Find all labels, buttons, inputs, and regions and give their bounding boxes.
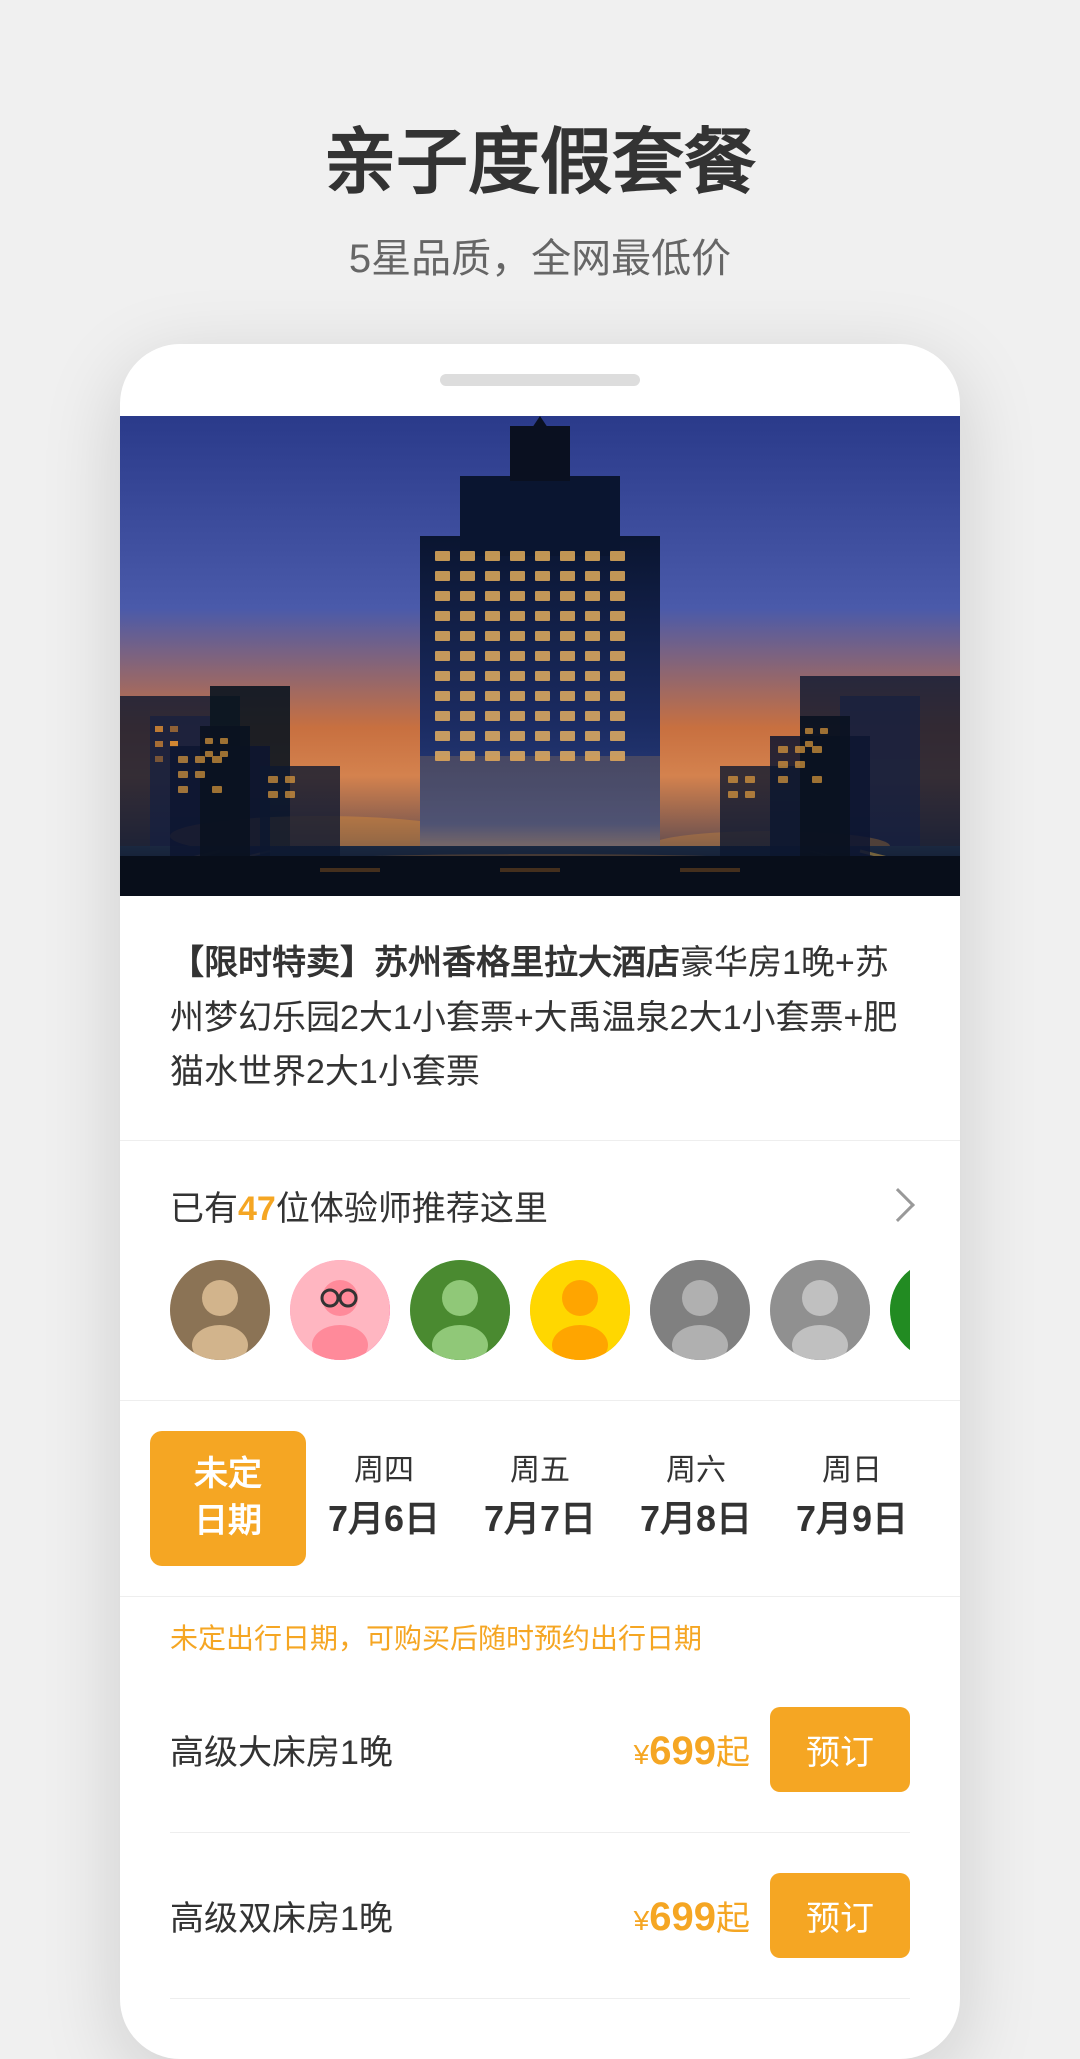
hotel-image — [120, 416, 960, 896]
room-list: 高级大床房1晚 ¥699起 预订 高级双床房1晚 ¥699起 预订 — [120, 1667, 960, 1999]
date-item-thu[interactable]: 周四 7月6日 — [306, 1431, 462, 1566]
hotel-name: 苏州香格里拉大酒店 — [374, 944, 680, 982]
page-subtitle: 5星品质，全网最低价 — [324, 226, 756, 284]
avatar — [530, 1260, 630, 1360]
page-title: 亲子度假套餐 — [324, 120, 756, 206]
reviewers-title: 已有47位体验师推荐这里 — [170, 1181, 548, 1230]
date-item-fri[interactable]: 周五 7月7日 — [462, 1431, 618, 1566]
avatar — [650, 1260, 750, 1360]
date-day-fri: 周五 — [472, 1451, 608, 1490]
price-currency-1: ¥ — [634, 1739, 650, 1770]
avatar — [770, 1260, 870, 1360]
date-num-thu: 7月6日 — [316, 1490, 452, 1542]
book-button-2[interactable]: 预订 — [770, 1873, 910, 1958]
description-text: 【限时特卖】苏州香格里拉大酒店豪华房1晚+苏州梦幻乐园2大1小套票+大禹温泉2大… — [170, 936, 910, 1099]
reviewers-count: 47 — [238, 1190, 276, 1228]
room-item-1: 高级大床房1晚 ¥699起 预订 — [170, 1667, 910, 1833]
room-item-2: 高级双床房1晚 ¥699起 预订 — [170, 1833, 910, 1999]
price-num-1: 699 — [649, 1729, 716, 1773]
date-section[interactable]: 未定日期 周四 7月6日 周五 7月7日 周六 7月8日 周日 7月9日 — [120, 1401, 960, 1597]
room-right-1: ¥699起 预订 — [634, 1707, 910, 1792]
room-price-1: ¥699起 — [634, 1725, 750, 1774]
chevron-right-icon — [881, 1188, 915, 1222]
room-price-2: ¥699起 — [634, 1891, 750, 1940]
date-num-sun: 7月9日 — [784, 1490, 920, 1542]
reviewers-section[interactable]: 已有47位体验师推荐这里 — [120, 1141, 960, 1401]
avatar — [170, 1260, 270, 1360]
date-day-sun: 周日 — [784, 1451, 920, 1490]
phone-notch — [440, 374, 640, 386]
date-undecided-label: 未定日期 — [160, 1451, 296, 1546]
hotel-tag: 【限时特卖】 — [170, 944, 374, 982]
page-header: 亲子度假套餐 5星品质，全网最低价 — [284, 0, 796, 344]
avatar — [890, 1260, 910, 1360]
phone-frame: 【限时特卖】苏州香格里拉大酒店豪华房1晚+苏州梦幻乐园2大1小套票+大禹温泉2大… — [120, 344, 960, 2058]
date-num-fri: 7月7日 — [472, 1490, 608, 1542]
room-name-2: 高级双床房1晚 — [170, 1891, 393, 1940]
avatar — [410, 1260, 510, 1360]
date-num-sat: 7月8日 — [628, 1490, 764, 1542]
date-item-sat[interactable]: 周六 7月8日 — [618, 1431, 774, 1566]
description-section: 【限时特卖】苏州香格里拉大酒店豪华房1晚+苏州梦幻乐园2大1小套票+大禹温泉2大… — [120, 896, 960, 1140]
book-button-1[interactable]: 预订 — [770, 1707, 910, 1792]
room-name-1: 高级大床房1晚 — [170, 1725, 393, 1774]
avatar — [290, 1260, 390, 1360]
date-day-thu: 周四 — [316, 1451, 452, 1490]
avatars-row — [170, 1260, 910, 1360]
date-item-undecided[interactable]: 未定日期 — [150, 1431, 306, 1566]
date-row: 未定日期 周四 7月6日 周五 7月7日 周六 7月8日 周日 7月9日 — [120, 1431, 960, 1566]
price-num-2: 699 — [649, 1895, 716, 1939]
reviewers-suffix: 位体验师推荐这里 — [276, 1190, 548, 1228]
date-item-sun[interactable]: 周日 7月9日 — [774, 1431, 930, 1566]
reviewers-header[interactable]: 已有47位体验师推荐这里 — [170, 1181, 910, 1230]
date-hint: 未定出行日期，可购买后随时预约出行日期 — [120, 1597, 960, 1667]
room-right-2: ¥699起 预订 — [634, 1873, 910, 1958]
price-currency-2: ¥ — [634, 1905, 650, 1936]
date-day-sat: 周六 — [628, 1451, 764, 1490]
reviewers-prefix: 已有 — [170, 1190, 238, 1228]
